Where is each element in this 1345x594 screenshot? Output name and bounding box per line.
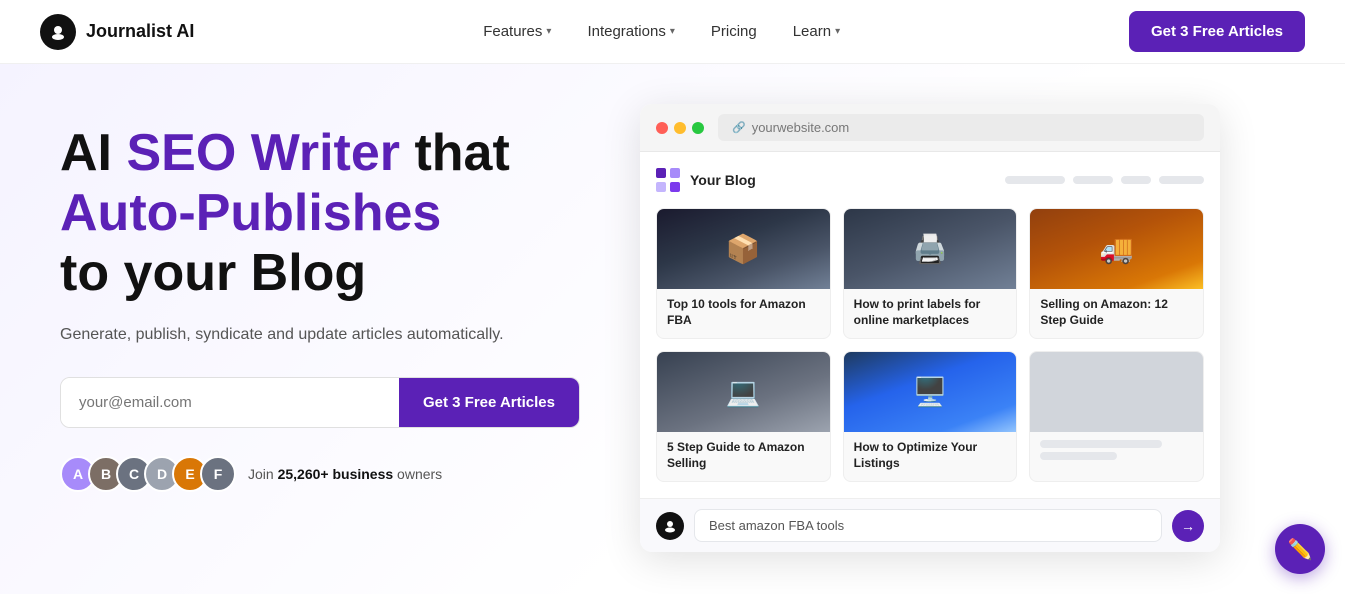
social-proof: A B C D E F Join 25,260+ business owners [60, 456, 580, 492]
article-card[interactable]: Top 10 tools for Amazon FBA [656, 208, 831, 339]
logo-icon [40, 14, 76, 50]
articles-grid: Top 10 tools for Amazon FBA How to print… [656, 208, 1204, 482]
placeholder-line [1040, 452, 1116, 460]
card-image-placeholder [1030, 352, 1203, 432]
card-title: How to Optimize Your Listings [854, 440, 1007, 471]
logo[interactable]: Journalist AI [40, 14, 194, 50]
logo-text: Journalist AI [86, 21, 194, 42]
card-image [844, 352, 1017, 432]
article-card[interactable]: How to print labels for online marketpla… [843, 208, 1018, 339]
card-title: 5 Step Guide to Amazon Selling [667, 440, 820, 471]
close-icon[interactable] [656, 122, 668, 134]
nav-item-integrations[interactable]: Integrations ▾ [587, 23, 674, 40]
browser-content: Your Blog Top 10 tools for Amazon FBA [640, 152, 1220, 498]
navbar: Journalist AI Features ▾ Integrations ▾ … [0, 0, 1345, 64]
blog-name: Your Blog [690, 172, 756, 188]
blog-logo-icon [656, 168, 680, 192]
placeholder-line [1040, 440, 1162, 448]
card-body: Top 10 tools for Amazon FBA [657, 289, 830, 338]
hero-left: AI SEO Writer that Auto-Publishes to you… [60, 114, 580, 492]
nav-item-learn[interactable]: Learn ▾ [793, 23, 840, 40]
nav-item-features[interactable]: Features ▾ [483, 23, 551, 40]
social-proof-text: Join 25,260+ business owners [248, 466, 442, 482]
hero-title: AI SEO Writer that Auto-Publishes to you… [60, 124, 580, 303]
article-card[interactable]: How to Optimize Your Listings [843, 351, 1018, 482]
card-body: 5 Step Guide to Amazon Selling [657, 432, 830, 481]
card-title: Selling on Amazon: 12 Step Guide [1040, 297, 1193, 328]
email-cta-button[interactable]: Get 3 Free Articles [399, 378, 579, 427]
chevron-down-icon: ▾ [670, 26, 675, 37]
chat-input-text: Best amazon FBA tools [709, 518, 844, 533]
card-body: Selling on Amazon: 12 Step Guide [1030, 289, 1203, 338]
chat-send-button[interactable]: → [1172, 510, 1204, 542]
card-image [1030, 209, 1203, 289]
chat-widget-button[interactable]: ✏️ [1275, 524, 1325, 574]
chat-input[interactable]: Best amazon FBA tools [694, 509, 1162, 542]
card-body [1030, 432, 1203, 470]
card-body: How to print labels for online marketpla… [844, 289, 1017, 338]
chat-widget-icon: ✏️ [1288, 537, 1313, 562]
browser-url-bar[interactable]: 🔗 yourwebsite.com [718, 114, 1204, 141]
nav-links: Features ▾ Integrations ▾ Pricing Learn … [483, 23, 840, 40]
url-text: yourwebsite.com [752, 120, 850, 135]
chat-bar: Best amazon FBA tools → [640, 498, 1220, 552]
card-body: How to Optimize Your Listings [844, 432, 1017, 481]
article-card-placeholder [1029, 351, 1204, 482]
browser-bar: 🔗 yourwebsite.com [640, 104, 1220, 152]
maximize-icon[interactable] [692, 122, 704, 134]
chevron-down-icon: ▾ [546, 26, 551, 37]
card-image [657, 209, 830, 289]
article-card[interactable]: Selling on Amazon: 12 Step Guide [1029, 208, 1204, 339]
blog-nav-lines [1005, 176, 1204, 184]
card-image [657, 352, 830, 432]
browser-mockup: 🔗 yourwebsite.com Your Blog [640, 104, 1285, 552]
hero-subtitle: Generate, publish, syndicate and update … [60, 323, 580, 347]
nav-cta-button[interactable]: Get 3 Free Articles [1129, 11, 1305, 52]
browser-dots [656, 122, 704, 134]
nav-item-pricing[interactable]: Pricing [711, 23, 757, 40]
article-card[interactable]: 5 Step Guide to Amazon Selling [656, 351, 831, 482]
card-title: Top 10 tools for Amazon FBA [667, 297, 820, 328]
nav-line [1159, 176, 1204, 184]
nav-line [1121, 176, 1151, 184]
nav-line [1073, 176, 1113, 184]
avatars: A B C D E F [60, 456, 236, 492]
avatar: F [200, 456, 236, 492]
email-form: Get 3 Free Articles [60, 377, 580, 428]
nav-line [1005, 176, 1065, 184]
card-image [844, 209, 1017, 289]
card-title: How to print labels for online marketpla… [854, 297, 1007, 328]
minimize-icon[interactable] [674, 122, 686, 134]
blog-header: Your Blog [656, 168, 1204, 192]
browser-window: 🔗 yourwebsite.com Your Blog [640, 104, 1220, 552]
chat-logo-icon [656, 512, 684, 540]
hero-section: AI SEO Writer that Auto-Publishes to you… [0, 64, 1345, 594]
link-icon: 🔗 [732, 121, 746, 134]
email-input[interactable] [61, 378, 399, 427]
chevron-down-icon: ▾ [835, 26, 840, 37]
